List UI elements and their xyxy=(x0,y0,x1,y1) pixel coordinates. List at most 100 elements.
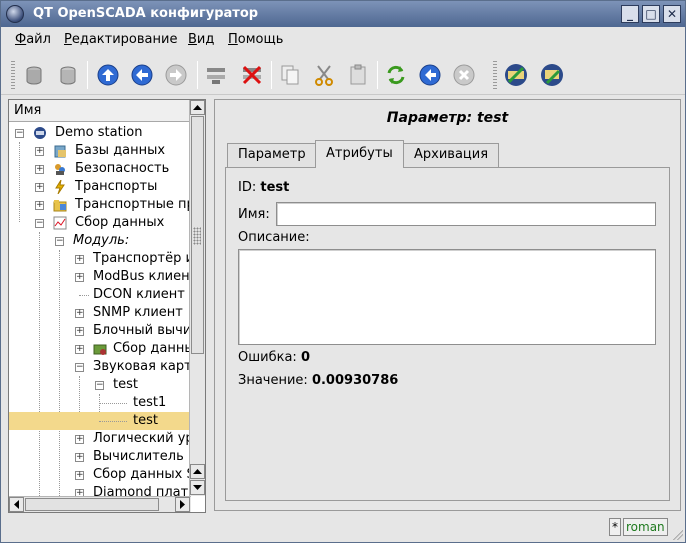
scroll-left-button[interactable] xyxy=(9,497,24,512)
scroll-up-button[interactable] xyxy=(190,100,205,115)
tab-archiving[interactable]: Архивация xyxy=(403,143,500,167)
tree-item-transports[interactable]: + Транспорты xyxy=(9,178,191,196)
description-label: Описание: xyxy=(238,230,310,245)
up-icon[interactable] xyxy=(95,62,121,88)
tree-line xyxy=(79,295,89,296)
collapse-icon[interactable]: − xyxy=(55,237,64,246)
resize-grip-icon[interactable] xyxy=(673,530,683,540)
expand-icon[interactable]: + xyxy=(75,471,84,480)
tree-item-module[interactable]: + Сбор данны xyxy=(9,340,195,358)
collapse-icon[interactable]: − xyxy=(75,363,84,372)
expand-icon[interactable]: + xyxy=(75,435,84,444)
tab-label: Атрибуты xyxy=(326,146,393,161)
description-textarea[interactable] xyxy=(238,249,656,345)
page-title: Параметр: test xyxy=(386,110,509,126)
tree-item-label: Сбор данны xyxy=(113,341,195,356)
id-label: ID: test xyxy=(238,180,289,195)
toolbar-grip[interactable] xyxy=(11,61,15,89)
expand-icon[interactable]: + xyxy=(75,273,84,282)
tree-item-module[interactable]: + SNMP клиент xyxy=(9,304,191,322)
tree-item-module[interactable]: + ModBus клиент xyxy=(9,268,197,286)
minimize-button[interactable]: _ xyxy=(621,5,639,23)
scroll-down-button[interactable] xyxy=(190,480,205,495)
tree-item-module[interactable]: + Вычислитель н xyxy=(9,448,196,466)
tree-vertical-scrollbar[interactable] xyxy=(189,100,205,496)
tree-item-databases[interactable]: + Базы данных xyxy=(9,142,191,160)
menu-edit-accel: Р xyxy=(64,32,72,47)
name-label: Имя: xyxy=(238,207,270,222)
user-station-icon[interactable] xyxy=(539,62,565,88)
menu-help[interactable]: Помощь xyxy=(228,32,283,47)
expand-icon[interactable]: + xyxy=(75,453,84,462)
panel-splitter[interactable] xyxy=(193,227,201,245)
value-value: 0.00930786 xyxy=(311,373,399,388)
scroll-thumb[interactable] xyxy=(25,498,159,511)
expand-icon[interactable]: + xyxy=(35,147,44,156)
db-load-icon[interactable] xyxy=(21,62,47,88)
toolbar-grip[interactable] xyxy=(493,61,497,89)
forward-icon[interactable] xyxy=(163,62,189,88)
menu-file[interactable]: Файл xyxy=(15,32,51,47)
expand-icon[interactable]: + xyxy=(75,345,84,354)
maximize-button[interactable]: □ xyxy=(642,5,660,23)
refresh-icon[interactable] xyxy=(383,62,409,88)
tree-item-label: ModBus клиент xyxy=(93,269,198,284)
start-icon[interactable] xyxy=(417,62,443,88)
tree-item-label: SNMP клиент xyxy=(93,305,183,320)
tree-item-demo-station[interactable]: − Demo station xyxy=(9,124,191,142)
tree-item-module[interactable]: + Блочный вычис xyxy=(9,322,198,340)
expand-icon[interactable]: + xyxy=(35,165,44,174)
navigation-tree[interactable]: Имя − Demo station + Базы данных + Безоп… xyxy=(8,99,206,513)
user-indicator[interactable]: roman xyxy=(623,518,668,536)
tree-item-module[interactable]: DCON клиент xyxy=(9,286,191,304)
collapse-icon[interactable]: − xyxy=(95,381,104,390)
status-bar: * roman xyxy=(609,517,668,537)
tree-item-module[interactable]: + Сбор данных S xyxy=(9,466,195,484)
tree-item-module[interactable]: + Логический уро xyxy=(9,430,202,448)
scroll-up-button[interactable] xyxy=(190,464,205,479)
tree-item-label: Базы данных xyxy=(75,143,166,158)
delete-item-icon[interactable] xyxy=(239,62,265,88)
tree-item-label: Безопасность xyxy=(75,161,170,176)
tree-horizontal-scrollbar[interactable] xyxy=(9,496,191,512)
tree-item-modules-group[interactable]: − Модуль: xyxy=(9,232,191,250)
expand-icon[interactable]: + xyxy=(35,201,44,210)
tab-parameter[interactable]: Параметр xyxy=(227,143,317,167)
tree-item-module[interactable]: + Транспортёр и xyxy=(9,250,194,268)
menu-file-label: айл xyxy=(26,32,51,47)
expand-icon[interactable]: + xyxy=(75,327,84,336)
expand-icon[interactable]: + xyxy=(35,183,44,192)
tree-item-parameter-test[interactable]: test xyxy=(9,412,191,430)
scroll-right-button[interactable] xyxy=(175,497,190,512)
expand-icon[interactable]: + xyxy=(75,255,84,264)
tree-item-sound-card[interactable]: − Звуковая карта xyxy=(9,358,200,376)
paste-icon[interactable] xyxy=(345,62,371,88)
tree-item-label: DCON клиент xyxy=(93,287,185,302)
collapse-icon[interactable]: − xyxy=(15,129,24,138)
expand-icon[interactable]: + xyxy=(75,309,84,318)
menu-view[interactable]: Вид xyxy=(188,32,214,47)
tree-item-security[interactable]: + Безопасность xyxy=(9,160,191,178)
tree-item-data-acquisition[interactable]: − Сбор данных xyxy=(9,214,191,232)
modified-indicator[interactable]: * xyxy=(609,518,621,536)
menu-edit[interactable]: Редактирование xyxy=(64,32,177,47)
tree-item-parameter-test1[interactable]: test1 xyxy=(9,394,191,412)
name-input[interactable] xyxy=(276,202,656,226)
tree-item-controller-test[interactable]: − test xyxy=(9,376,191,394)
tools-icon[interactable] xyxy=(503,62,529,88)
close-button[interactable]: ✕ xyxy=(663,5,681,23)
menu-edit-label: едактирование xyxy=(71,32,178,47)
tab-attributes[interactable]: Атрибуты xyxy=(315,140,404,168)
tree-header[interactable]: Имя xyxy=(9,100,191,122)
db-save-icon[interactable] xyxy=(55,62,81,88)
back-icon[interactable] xyxy=(129,62,155,88)
title-bar[interactable]: QT OpenSCADA конфигуратор _ □ ✕ xyxy=(1,1,685,27)
cut-icon[interactable] xyxy=(311,62,337,88)
menu-view-label: ид xyxy=(196,32,215,47)
stop-icon[interactable] xyxy=(451,62,477,88)
collapse-icon[interactable]: − xyxy=(35,219,44,228)
add-item-icon[interactable] xyxy=(203,62,229,88)
tree-item-transport-protocols[interactable]: + Транспортные пр xyxy=(9,196,195,214)
app-icon[interactable] xyxy=(6,5,24,23)
copy-icon[interactable] xyxy=(277,62,303,88)
